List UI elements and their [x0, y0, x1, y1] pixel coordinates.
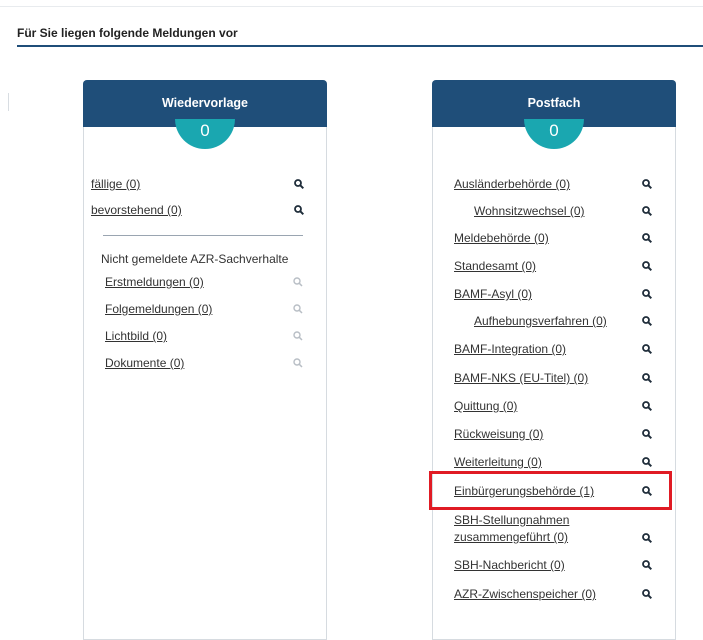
search-icon[interactable]: [642, 429, 652, 439]
postfach-item-azr-zwischenspeicher[interactable]: AZR-Zwischenspeicher (0): [454, 585, 669, 603]
search-icon[interactable]: [642, 206, 652, 216]
postfach-item-rueckweisung[interactable]: Rückweisung (0): [454, 425, 669, 443]
postfach-item-bamf-integration[interactable]: BAMF-Integration (0): [454, 340, 669, 358]
postfach-item-wohnsitzwechsel[interactable]: Wohnsitzwechsel (0): [454, 202, 669, 220]
heading-rule: [17, 45, 703, 47]
postfach-item-label[interactable]: SBH-Nachbericht (0): [454, 556, 565, 574]
search-icon: [293, 304, 303, 314]
postfach-item-label[interactable]: BAMF-Asyl (0): [454, 285, 532, 303]
postfach-item-label[interactable]: Rückweisung (0): [454, 425, 543, 443]
postfach-item-weiterleitung[interactable]: Weiterleitung (0): [454, 453, 669, 471]
section-item-folgemeldungen[interactable]: Folgemeldungen (0): [105, 300, 320, 318]
wiedervorlage-item-label[interactable]: bevorstehend (0): [91, 201, 182, 219]
wiedervorlage-item-faellige[interactable]: fällige (0): [91, 175, 321, 193]
postfach-item-label-line1[interactable]: SBH-Stellungnahmen: [454, 511, 569, 529]
page-heading: Für Sie liegen folgende Meldungen vor: [17, 26, 238, 40]
wiedervorlage-panel: Wiedervorlage 0 fällige (0) bevorstehend…: [83, 80, 327, 640]
search-icon[interactable]: [642, 316, 652, 326]
postfach-item-label[interactable]: BAMF-NKS (EU-Titel) (0): [454, 369, 588, 387]
postfach-item-label[interactable]: Ausländerbehörde (0): [454, 175, 570, 193]
search-icon: [293, 277, 303, 287]
postfach-item-aufhebungsverfahren[interactable]: Aufhebungsverfahren (0): [454, 312, 669, 330]
wiedervorlage-item-bevorstehend[interactable]: bevorstehend (0): [91, 201, 321, 219]
section-item-label[interactable]: Dokumente (0): [105, 354, 184, 372]
postfach-panel: Postfach 0 Ausländerbehörde (0) Wohnsitz…: [432, 80, 676, 640]
search-icon: [293, 331, 303, 341]
postfach-item-quittung[interactable]: Quittung (0): [454, 397, 669, 415]
search-icon[interactable]: [642, 373, 652, 383]
postfach-item-label[interactable]: Aufhebungsverfahren (0): [474, 312, 607, 330]
search-icon[interactable]: [642, 589, 652, 599]
postfach-item-sbh-nachbericht[interactable]: SBH-Nachbericht (0): [454, 556, 669, 574]
search-icon[interactable]: [642, 289, 652, 299]
wiedervorlage-item-label[interactable]: fällige (0): [91, 175, 140, 193]
search-icon[interactable]: [294, 205, 304, 215]
section-item-lichtbild[interactable]: Lichtbild (0): [105, 327, 320, 345]
search-icon[interactable]: [642, 179, 652, 189]
search-icon[interactable]: [642, 457, 652, 467]
postfach-item-label-line2[interactable]: zusammengeführt (0): [454, 528, 568, 546]
postfach-item-label[interactable]: BAMF-Integration (0): [454, 340, 566, 358]
search-icon[interactable]: [642, 233, 652, 243]
top-border-line: [0, 6, 703, 7]
search-icon[interactable]: [642, 560, 652, 570]
section-item-label[interactable]: Lichtbild (0): [105, 327, 167, 345]
postfach-item-bamf-nks[interactable]: BAMF-NKS (EU-Titel) (0): [454, 369, 669, 387]
wiedervorlage-count-badge: 0: [175, 119, 235, 149]
postfach-item-label[interactable]: Meldebehörde (0): [454, 229, 549, 247]
postfach-item-meldebehoerde[interactable]: Meldebehörde (0): [454, 229, 669, 247]
section-item-label[interactable]: Erstmeldungen (0): [105, 273, 204, 291]
section-item-dokumente[interactable]: Dokumente (0): [105, 354, 320, 372]
section-item-erstmeldungen[interactable]: Erstmeldungen (0): [105, 273, 320, 291]
postfach-item-auslaenderbehoerde[interactable]: Ausländerbehörde (0): [454, 175, 669, 193]
postfach-count-badge: 0: [524, 119, 584, 149]
search-icon[interactable]: [642, 533, 652, 543]
highlight-box: [429, 471, 672, 510]
left-edge-marker: [8, 93, 9, 111]
postfach-item-label[interactable]: Quittung (0): [454, 397, 517, 415]
search-icon[interactable]: [642, 344, 652, 354]
postfach-item-label[interactable]: Standesamt (0): [454, 257, 536, 275]
postfach-item-sbh-stellungnahmen[interactable]: SBH-Stellungnahmen zusammengeführt (0): [454, 511, 669, 547]
section-divider: [103, 235, 303, 236]
postfach-item-label[interactable]: Wohnsitzwechsel (0): [474, 202, 584, 220]
postfach-item-standesamt[interactable]: Standesamt (0): [454, 257, 669, 275]
postfach-item-label[interactable]: Weiterleitung (0): [454, 453, 542, 471]
search-icon[interactable]: [642, 401, 652, 411]
search-icon: [293, 358, 303, 368]
section-item-label[interactable]: Folgemeldungen (0): [105, 300, 212, 318]
postfach-item-bamf-asyl[interactable]: BAMF-Asyl (0): [454, 285, 669, 303]
search-icon[interactable]: [294, 179, 304, 189]
search-icon[interactable]: [642, 261, 652, 271]
postfach-item-label[interactable]: AZR-Zwischenspeicher (0): [454, 585, 596, 603]
section-title: Nicht gemeldete AZR-Sachverhalte: [101, 252, 289, 266]
